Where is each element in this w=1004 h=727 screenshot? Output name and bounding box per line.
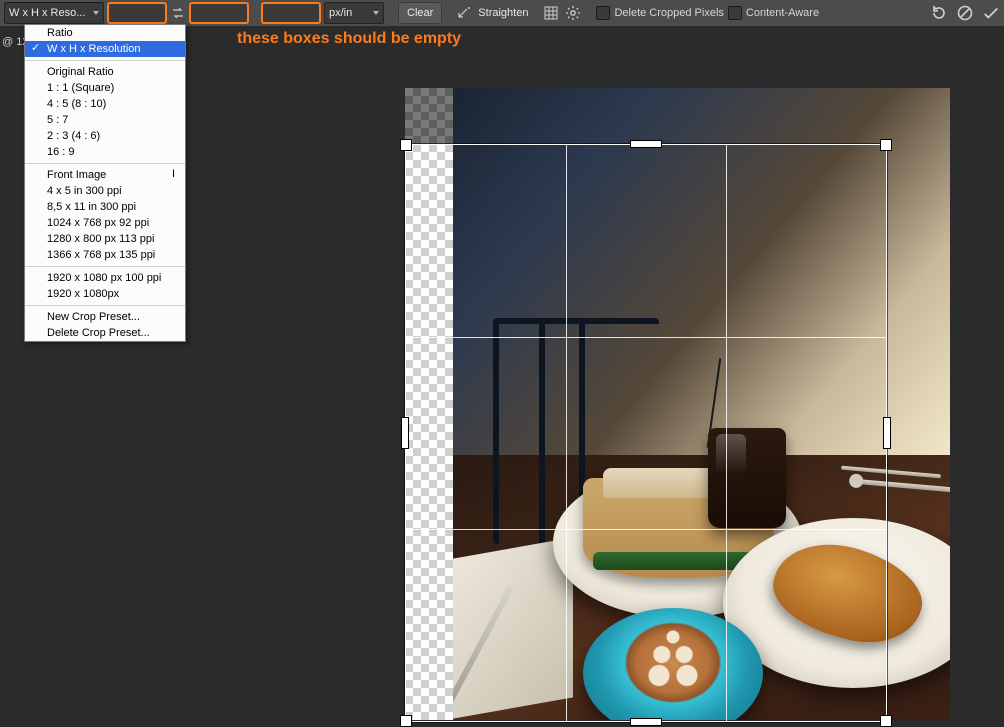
menu-item[interactable]: 1366 x 768 px 135 ppi xyxy=(25,247,185,263)
clear-button[interactable]: Clear xyxy=(398,2,442,24)
menu-separator xyxy=(25,305,185,306)
resolution-units-dropdown[interactable]: px/in xyxy=(324,2,384,24)
crop-options-gear-button[interactable] xyxy=(564,4,582,22)
commit-crop-button[interactable] xyxy=(982,4,1000,22)
swap-dimensions-button[interactable] xyxy=(170,5,186,21)
crop-resolution-input[interactable] xyxy=(262,3,320,23)
menu-item[interactable]: Original Ratio xyxy=(25,64,185,80)
rule-of-thirds-line xyxy=(406,529,886,530)
crop-marquee[interactable] xyxy=(405,144,887,722)
crop-handle-ne[interactable] xyxy=(880,139,892,151)
crop-handle-s[interactable] xyxy=(630,718,662,726)
aspect-ratio-dropdown[interactable]: W x H x Reso... xyxy=(4,2,104,24)
checkmark-icon xyxy=(982,4,1000,22)
menu-separator xyxy=(25,60,185,61)
overlay-grid-button[interactable] xyxy=(542,4,560,22)
crop-handle-w[interactable] xyxy=(401,417,409,449)
menu-item[interactable]: 8,5 x 11 in 300 ppi xyxy=(25,199,185,215)
content-aware-option[interactable]: Content-Aware xyxy=(728,6,819,20)
annotation-text: these boxes should be empty xyxy=(237,30,461,48)
menu-separator xyxy=(25,266,185,267)
menu-item[interactable]: 1024 x 768 px 92 ppi xyxy=(25,215,185,231)
crop-handle-e[interactable] xyxy=(883,417,891,449)
menu-item[interactable]: 2 : 3 (4 : 6) xyxy=(25,128,185,144)
menu-separator xyxy=(25,163,185,164)
rule-of-thirds-line xyxy=(726,145,727,721)
menu-item[interactable]: 16 : 9 xyxy=(25,144,185,160)
menu-item[interactable]: 4 : 5 (8 : 10) xyxy=(25,96,185,112)
rule-of-thirds-line xyxy=(406,337,886,338)
delete-cropped-checkbox[interactable] xyxy=(596,6,610,20)
menu-item[interactable]: 1280 x 800 px 113 ppi xyxy=(25,231,185,247)
crop-options-bar: W x H x Reso... px/in Clear Straighten D… xyxy=(0,0,1004,26)
straighten-label: Straighten xyxy=(478,7,528,19)
menu-item[interactable]: 5 : 7 xyxy=(25,112,185,128)
rule-of-thirds-line xyxy=(566,145,567,721)
resolution-units-label: px/in xyxy=(329,7,352,19)
crop-handle-se[interactable] xyxy=(880,715,892,727)
gear-icon xyxy=(565,5,581,21)
menu-item[interactable]: 1 : 1 (Square) xyxy=(25,80,185,96)
reset-crop-button[interactable] xyxy=(930,4,948,22)
swap-icon xyxy=(171,6,185,20)
content-aware-label: Content-Aware xyxy=(746,7,819,19)
menu-item[interactable]: 1920 x 1080 px 100 ppi xyxy=(25,270,185,286)
menu-item[interactable]: W x H x Resolution xyxy=(25,41,185,57)
delete-cropped-label: Delete Cropped Pixels xyxy=(614,7,723,19)
crop-handle-nw[interactable] xyxy=(400,139,412,151)
content-aware-checkbox[interactable] xyxy=(728,6,742,20)
delete-cropped-pixels-option[interactable]: Delete Cropped Pixels xyxy=(596,6,723,20)
aspect-ratio-label: W x H x Reso... xyxy=(9,7,85,19)
cancel-icon xyxy=(956,4,974,22)
menu-item[interactable]: New Crop Preset... xyxy=(25,309,185,325)
cancel-crop-button[interactable] xyxy=(956,4,974,22)
menu-item[interactable]: 1920 x 1080px xyxy=(25,286,185,302)
crop-handle-sw[interactable] xyxy=(400,715,412,727)
crop-width-input[interactable] xyxy=(108,3,166,23)
crop-height-input[interactable] xyxy=(190,3,248,23)
clear-label: Clear xyxy=(407,7,433,19)
reset-icon xyxy=(930,4,948,22)
menu-item[interactable]: 4 x 5 in 300 ppi xyxy=(25,183,185,199)
menu-item[interactable]: Ratio xyxy=(25,25,185,41)
crop-handle-n[interactable] xyxy=(630,140,662,148)
straighten-icon[interactable] xyxy=(456,4,474,22)
menu-item[interactable]: Delete Crop Preset... xyxy=(25,325,185,341)
menu-item[interactable]: Front Image xyxy=(25,167,185,183)
aspect-ratio-menu[interactable]: RatioW x H x Resolution Original Ratio1 :… xyxy=(24,24,186,342)
